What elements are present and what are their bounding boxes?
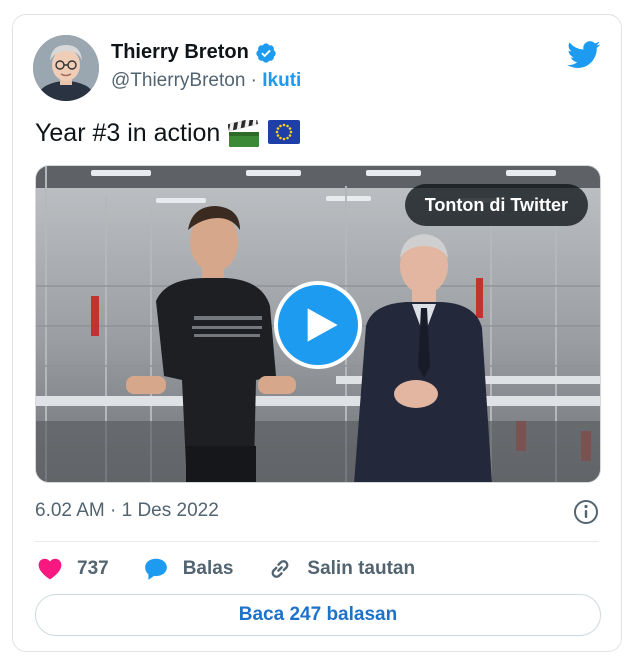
twitter-bird-icon[interactable]: [567, 41, 601, 69]
author-handle[interactable]: @ThierryBreton: [111, 70, 245, 92]
eu-flag-emoji-icon: [268, 119, 301, 148]
copy-link-button[interactable]: Salin tautan: [267, 556, 415, 582]
copy-link-label: Salin tautan: [307, 558, 416, 579]
tweet-text-row: Year #3 in action: [35, 116, 301, 148]
tweet-header: Thierry Breton @ThierryBreton · Ikuti: [33, 35, 601, 101]
play-button[interactable]: [274, 281, 362, 369]
divider: [35, 541, 599, 542]
clapper-board-emoji-icon: [227, 116, 260, 148]
reply-label: Balas: [182, 558, 234, 579]
like-count: 737: [77, 558, 109, 579]
reply-bubble-icon: [144, 558, 167, 580]
info-icon[interactable]: [573, 499, 599, 525]
follow-link[interactable]: Ikuti: [262, 70, 301, 92]
watch-on-twitter-button[interactable]: Tonton di Twitter: [404, 184, 588, 226]
tweet-actions: 737 Balas Salin tautan: [37, 553, 449, 585]
avatar[interactable]: [33, 35, 99, 101]
author-name[interactable]: Thierry Breton: [111, 41, 249, 64]
video-player[interactable]: Tonton di Twitter: [35, 165, 601, 483]
tweet-timestamp[interactable]: 6.02 AM · 1 Des 2022: [35, 500, 219, 522]
like-button[interactable]: 737: [37, 556, 109, 582]
link-icon: [272, 560, 289, 578]
tweet-embed-card: Thierry Breton @ThierryBreton · Ikuti Ye…: [12, 14, 622, 652]
read-replies-button[interactable]: Baca 247 balasan: [35, 594, 601, 636]
reply-button[interactable]: Balas: [143, 556, 234, 582]
heart-icon: [38, 558, 62, 580]
handle-separator: ·: [245, 70, 263, 91]
verified-badge-icon: [255, 42, 277, 64]
author-info: Thierry Breton @ThierryBreton · Ikuti: [111, 41, 301, 92]
tweet-text: Year #3 in action: [35, 119, 221, 147]
play-icon: [307, 308, 338, 342]
